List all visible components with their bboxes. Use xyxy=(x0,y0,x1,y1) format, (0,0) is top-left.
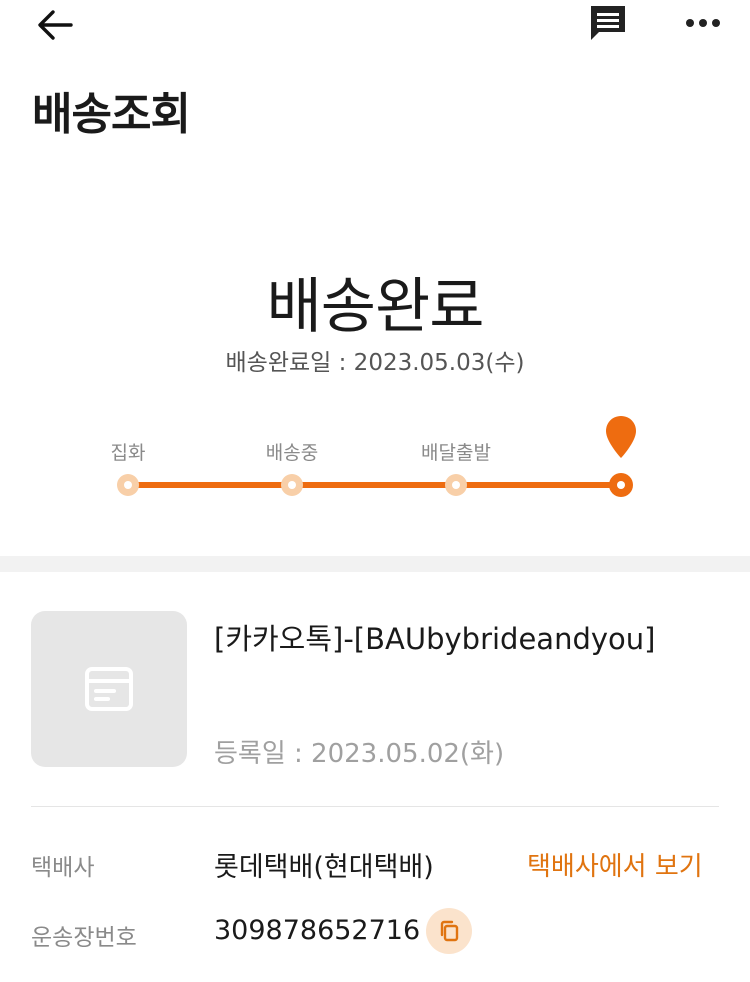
step-dot-delivered xyxy=(609,473,633,497)
more-horizontal-icon xyxy=(686,19,720,27)
copy-icon xyxy=(440,920,459,942)
tracking-number-value: 309878652716 xyxy=(214,915,421,946)
step-dot-in-transit xyxy=(281,474,303,496)
courier-value: 롯데택배(현대택배) xyxy=(214,852,434,883)
product-registered-date: 등록일 : 2023.05.02(화) xyxy=(214,739,505,769)
courier-label: 택배사 xyxy=(31,855,95,881)
location-pin-icon xyxy=(606,416,636,458)
product-thumbnail xyxy=(31,611,187,767)
delivery-status-title: 배송완료 xyxy=(266,272,485,342)
back-button[interactable] xyxy=(30,2,80,48)
step-label-out-for-delivery: 배달출발 xyxy=(421,442,491,464)
delivery-complete-date: 배송완료일 : 2023.05.03(수) xyxy=(225,350,525,376)
top-app-bar xyxy=(0,0,750,56)
step-label-in-transit: 배송중 xyxy=(265,442,319,464)
step-dot-pickup xyxy=(117,474,139,496)
copy-tracking-number-button[interactable] xyxy=(426,908,472,954)
section-divider xyxy=(0,556,750,572)
view-on-courier-link[interactable]: 택배사에서 보기 xyxy=(527,846,703,883)
delivery-progress-tracker: 집화 배송중 배달출발 xyxy=(0,410,750,510)
details-divider xyxy=(31,806,719,807)
progress-line xyxy=(128,482,622,488)
step-label-pickup: 집화 xyxy=(110,442,146,464)
page-title: 배송조회 xyxy=(32,89,191,140)
package-icon xyxy=(85,667,133,711)
arrow-left-icon xyxy=(38,10,73,40)
more-options-button[interactable] xyxy=(678,2,728,44)
tracking-number-label: 운송장번호 xyxy=(31,925,137,951)
chat-bubble-icon xyxy=(591,6,625,40)
product-name: [카카오톡]-[BAUbybrideandyou] xyxy=(214,622,656,656)
chat-button[interactable] xyxy=(582,0,634,46)
step-dot-out-for-delivery xyxy=(445,474,467,496)
